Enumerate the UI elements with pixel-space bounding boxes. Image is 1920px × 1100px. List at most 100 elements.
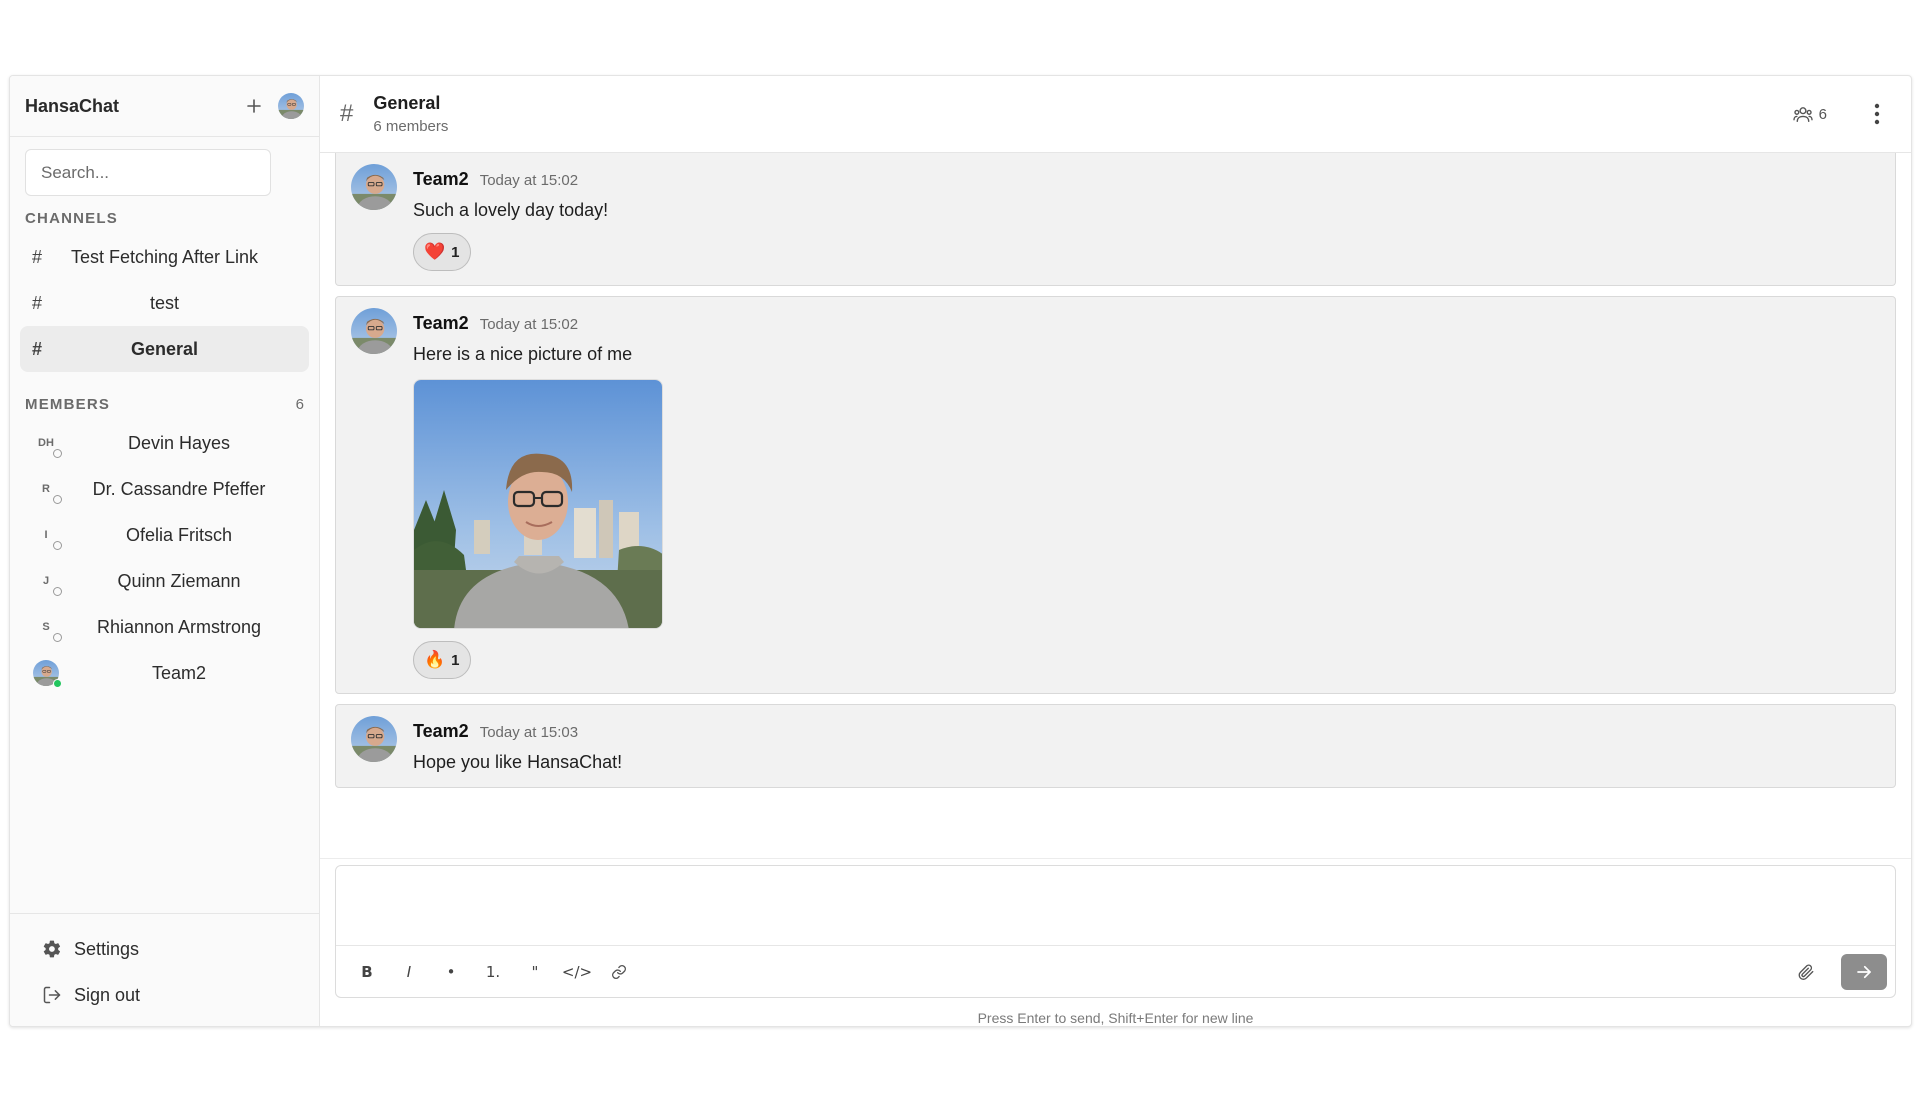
message-text: Here is a nice picture of me	[413, 344, 633, 364]
hash-icon: #	[340, 100, 354, 127]
channel-header: # General 6 members 6	[320, 76, 1911, 153]
app-name: HansaChat	[25, 95, 120, 116]
status-offline-icon	[53, 633, 62, 642]
channel-header-text: General 6 members	[373, 93, 448, 135]
reaction-heart[interactable]: ❤️ 1	[413, 233, 471, 271]
ordered-list-button[interactable]: 1.	[472, 955, 514, 989]
member-name: Rhiannon Armstrong	[96, 616, 262, 637]
member-item[interactable]: Team2	[20, 650, 309, 696]
channel-item-test-fetching[interactable]: # Test Fetching After Link	[20, 234, 309, 280]
code-button[interactable]: </>	[556, 955, 598, 989]
add-channel-button[interactable]	[240, 92, 268, 120]
member-initials: J	[42, 575, 50, 587]
channel-label: test	[149, 292, 179, 313]
member-name: Ofelia Fritsch	[125, 524, 233, 545]
member-name: Team2	[151, 662, 207, 683]
member-avatar	[33, 660, 62, 688]
status-offline-icon	[53, 449, 62, 458]
message-list: Team2 Today at 15:02 Such a lovely day t…	[320, 153, 1911, 858]
sign-out-button[interactable]: Sign out	[10, 972, 319, 1018]
channels-title: CHANNELS	[25, 209, 118, 227]
member-item[interactable]: R Dr. Cassandre Pfeffer	[20, 466, 309, 512]
quote-button[interactable]: "	[514, 955, 556, 989]
channel-item-test[interactable]: # test	[20, 280, 309, 326]
search-input[interactable]	[25, 149, 271, 196]
users-icon	[1792, 107, 1813, 123]
message-avatar[interactable]	[351, 308, 397, 354]
channel-label: Test Fetching After Link	[70, 246, 259, 267]
link-icon	[612, 964, 626, 979]
settings-button[interactable]: Settings	[10, 926, 319, 972]
member-initials: DH	[38, 437, 54, 449]
user-avatar[interactable]	[278, 93, 304, 119]
member-item[interactable]: J Quinn Ziemann	[20, 558, 309, 604]
hash-icon: #	[32, 338, 43, 359]
member-avatar: I	[33, 522, 62, 550]
message-body: Team2 Today at 15:02 Here is a nice pict…	[413, 307, 1880, 679]
message-header: Team2 Today at 15:03	[413, 721, 1880, 742]
attach-button[interactable]	[1785, 955, 1827, 989]
channel-subtitle: 6 members	[373, 118, 449, 135]
header-actions: 6	[1792, 99, 1891, 129]
bold-button[interactable]: B	[346, 955, 388, 989]
members-list: DH Devin Hayes R Dr. Cassandre Pfeffer I…	[10, 416, 319, 696]
reaction-count: 1	[451, 243, 460, 261]
member-avatar: J	[33, 568, 62, 596]
member-item[interactable]: I Ofelia Fritsch	[20, 512, 309, 558]
message-header: Team2 Today at 15:02	[413, 169, 1880, 190]
status-online-icon	[53, 679, 62, 688]
main-panel: # General 6 members 6 Team2 Today at 15:…	[320, 76, 1911, 1026]
heart-icon: ❤️	[424, 242, 446, 261]
hash-icon: #	[32, 292, 43, 313]
members-section-title: MEMBERS 6	[10, 392, 319, 416]
member-initials: I	[44, 529, 48, 541]
message-image[interactable]	[413, 379, 663, 629]
sidebar-footer: Settings Sign out	[10, 913, 319, 1026]
message-timestamp: Today at 15:02	[479, 316, 579, 333]
members-button-count: 6	[1818, 105, 1827, 123]
message-timestamp: Today at 15:02	[479, 172, 579, 189]
members-button[interactable]: 6	[1792, 105, 1827, 123]
composer-hint: Press Enter to send, Shift+Enter for new…	[977, 1010, 1254, 1026]
bullet-list-button[interactable]: •	[430, 955, 472, 989]
arrow-right-icon	[1857, 965, 1871, 978]
member-initials: S	[42, 621, 50, 633]
member-avatar: DH	[33, 430, 62, 458]
message-text: Such a lovely day today!	[413, 200, 609, 220]
composer-wrap: B I • 1. " </> Press Enter to send, Shif…	[320, 858, 1911, 1026]
message-item: Team2 Today at 15:02 Such a lovely day t…	[335, 153, 1896, 286]
channel-item-general[interactable]: # General	[20, 326, 309, 372]
member-avatar: S	[33, 614, 62, 642]
link-button[interactable]	[598, 955, 640, 989]
app-window: HansaChat CHANNELS # Test Fetching After…	[9, 75, 1912, 1027]
member-name: Devin Hayes	[127, 432, 231, 453]
reaction-fire[interactable]: 🔥 1	[413, 641, 471, 679]
status-offline-icon	[53, 541, 62, 550]
message-author[interactable]: Team2	[413, 169, 469, 190]
message-body: Team2 Today at 15:03 Hope you like Hansa…	[413, 715, 1880, 773]
members-title: MEMBERS	[25, 395, 111, 413]
more-options-button[interactable]	[1865, 99, 1889, 129]
toolbar-right	[1785, 953, 1887, 990]
message-input[interactable]	[336, 866, 1895, 946]
sign-out-icon	[43, 986, 61, 1004]
send-button[interactable]	[1841, 953, 1887, 990]
message-timestamp: Today at 15:03	[479, 724, 579, 741]
search-wrap	[10, 137, 319, 206]
status-offline-icon	[53, 587, 62, 596]
member-item[interactable]: DH Devin Hayes	[20, 420, 309, 466]
message-author[interactable]: Team2	[413, 313, 469, 334]
channel-title: General	[373, 93, 441, 113]
member-name: Dr. Cassandre Pfeffer	[92, 478, 266, 499]
fire-icon: 🔥	[424, 650, 446, 669]
channel-label: General	[130, 338, 199, 359]
kebab-icon	[1874, 103, 1880, 125]
member-name: Quinn Ziemann	[117, 570, 241, 591]
message-avatar[interactable]	[351, 164, 397, 210]
message-avatar[interactable]	[351, 716, 397, 762]
message-author[interactable]: Team2	[413, 721, 469, 742]
member-item[interactable]: S Rhiannon Armstrong	[20, 604, 309, 650]
channels-section-title: CHANNELS	[10, 206, 319, 230]
italic-button[interactable]: I	[388, 955, 430, 989]
channel-list: # Test Fetching After Link # test # Gene…	[10, 230, 319, 372]
